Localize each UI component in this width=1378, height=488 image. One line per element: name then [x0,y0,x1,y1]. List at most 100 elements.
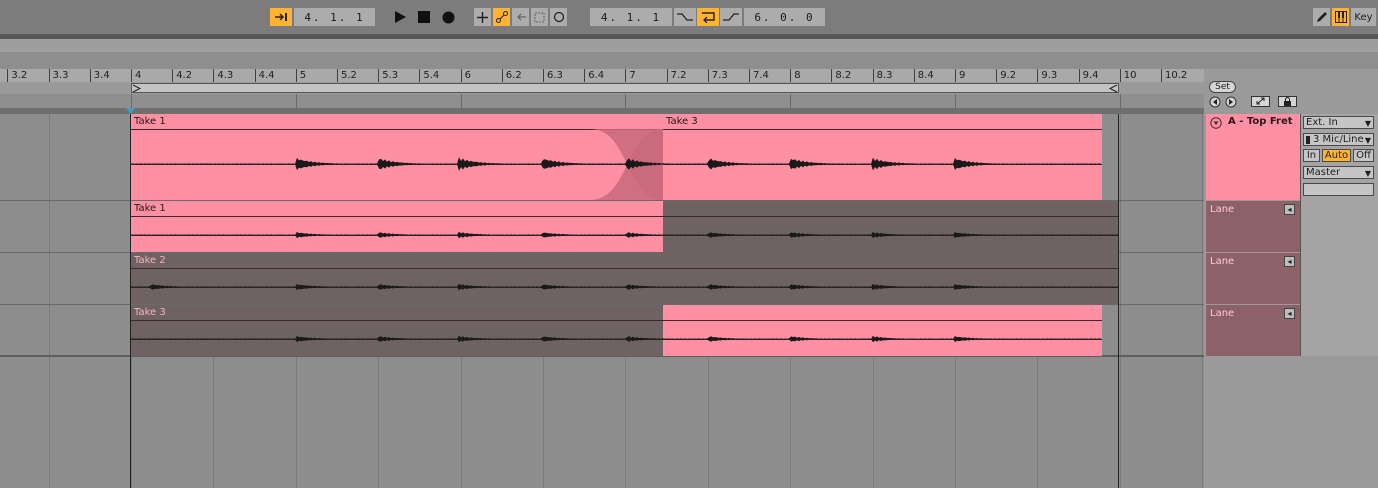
ruler-tick [1078,69,1080,82]
take-lane-header-3[interactable]: Lane ◂ [1206,305,1300,356]
ruler-tick [378,69,380,82]
monitor-in-button[interactable]: In [1303,149,1320,162]
beat-time-ruler[interactable]: 3.2 3.3 3.4 4 4.2 4.3 4.4 5 5.2 5.3 5.4 6 6.2 6.3 6.4 7… [0,69,1204,82]
loop-brace[interactable] [131,83,1119,93]
take-lane-header-1[interactable]: Lane ◂ [1206,201,1300,252]
punch-out-button[interactable] [720,8,742,26]
stop-icon [418,11,430,23]
ruler-label: 4.3 [217,70,234,81]
ruler-label: 4 [135,70,142,81]
ruler-label: 6.4 [588,70,605,81]
ruler-label: 7.3 [711,70,728,81]
lane-speaker-icon[interactable]: ◂ [1284,256,1295,267]
follow-button[interactable] [270,8,292,26]
track-name[interactable]: A - Top Fret [1228,116,1293,127]
scrub-area[interactable] [0,94,1204,108]
punch-in-button[interactable] [674,8,696,26]
capture-button[interactable] [531,8,548,26]
track-header[interactable]: A - Top Fret [1206,114,1300,200]
ruler-tick [666,69,668,82]
monitor-off-button[interactable]: Off [1353,149,1374,162]
automation-arm-button[interactable] [493,8,510,26]
bar-divider [131,94,132,108]
take-lane-header-2[interactable]: Lane ◂ [1206,253,1300,304]
record-button[interactable] [440,8,456,26]
ruler-tick [955,69,956,82]
bar-divider [625,94,627,108]
ruler-tick [172,69,174,82]
monitor-auto-button[interactable]: Auto [1322,149,1351,162]
lane-label: Lane [1210,308,1235,319]
output-select[interactable]: Master ▼ [1303,166,1374,179]
dropdown-arrow-icon: ▼ [1364,119,1371,128]
loop-length-field[interactable]: 6. 0. 0 [744,8,825,26]
overview-gap [0,52,1378,69]
ruler-label: 8.2 [835,70,852,81]
ruler-label: 4.4 [258,70,275,81]
lane-label: Lane [1210,204,1235,215]
automation-icon [495,11,508,23]
ruler-tick [913,69,915,82]
expand-button[interactable] [1251,96,1270,107]
piano-keys-icon [1334,11,1347,23]
follow-arrow-icon [275,13,287,21]
arrangement-end-marker [1118,114,1119,488]
session-record-button[interactable] [550,8,567,26]
key-map-button[interactable]: Key [1351,8,1376,26]
draw-mode-button[interactable] [1313,8,1330,26]
ruler-tick [584,69,586,82]
overdub-button[interactable] [474,8,491,26]
ruler-tick [996,69,998,82]
channel-meter-icon [1306,135,1310,144]
ruler-label: 5 [299,70,307,81]
back-to-arrangement-button[interactable] [512,8,529,26]
ruler-label: 10.2 [1165,70,1188,81]
ruler-label: 9 [959,70,966,81]
loop-start-handle-icon [132,84,142,93]
ruler-label: 7.2 [670,70,687,81]
fold-chevron-icon[interactable] [1210,117,1222,129]
arrangement-start-marker [130,108,131,488]
ruler-label: 10 [1123,70,1137,81]
ruler-tick [337,69,338,82]
set-locator-button[interactable]: Set [1209,81,1236,93]
ruler-tick [131,69,132,82]
ruler-tick [213,69,215,82]
punch-in-icon [677,13,693,21]
bar-divider [1119,94,1121,108]
ruler-tick [749,69,750,82]
output-channel-select[interactable] [1303,183,1374,196]
ruler-label: 9.3 [1041,70,1058,81]
lane-speaker-icon[interactable]: ◂ [1284,308,1295,319]
ruler-label: 5.4 [423,70,440,81]
expand-icon [1256,97,1265,105]
lane-speaker-icon[interactable]: ◂ [1284,204,1295,215]
lock-button[interactable] [1278,96,1297,107]
input-type-select[interactable]: Ext. In ▼ [1303,116,1374,129]
computer-midi-keyboard-button[interactable] [1332,8,1349,26]
ruler-label: 4.2 [176,70,193,81]
ruler-tick [1037,69,1039,82]
play-button[interactable] [392,8,408,26]
play-icon [395,11,406,23]
lock-icon [1284,97,1291,106]
loop-start-field[interactable]: 4. 1. 1 [590,8,672,26]
ruler-label: 3.3 [52,70,69,81]
input-channel-select[interactable]: 3 Mic/Line ▼ [1303,133,1374,146]
bar-divider [295,94,297,108]
ruler-label: 7.4 [753,70,769,81]
bar-divider [460,94,462,108]
locator-nav-icons[interactable] [1209,96,1239,108]
lane-2-waveform [131,283,1119,291]
ruler-label: 5.3 [382,70,399,81]
ruler-tick [419,69,421,82]
punch-out-icon [723,13,739,21]
ruler-label: 3.2 [11,70,28,81]
loop-switch-button[interactable] [697,8,719,26]
arrangement-overview[interactable] [0,39,1378,52]
stop-button[interactable] [416,8,432,26]
ruler-tick [707,69,709,82]
song-position-field[interactable]: 4. 1. 1 [294,8,375,26]
ruler-label: 5.2 [341,70,357,81]
ruler-label: 9.2 [1000,70,1017,81]
